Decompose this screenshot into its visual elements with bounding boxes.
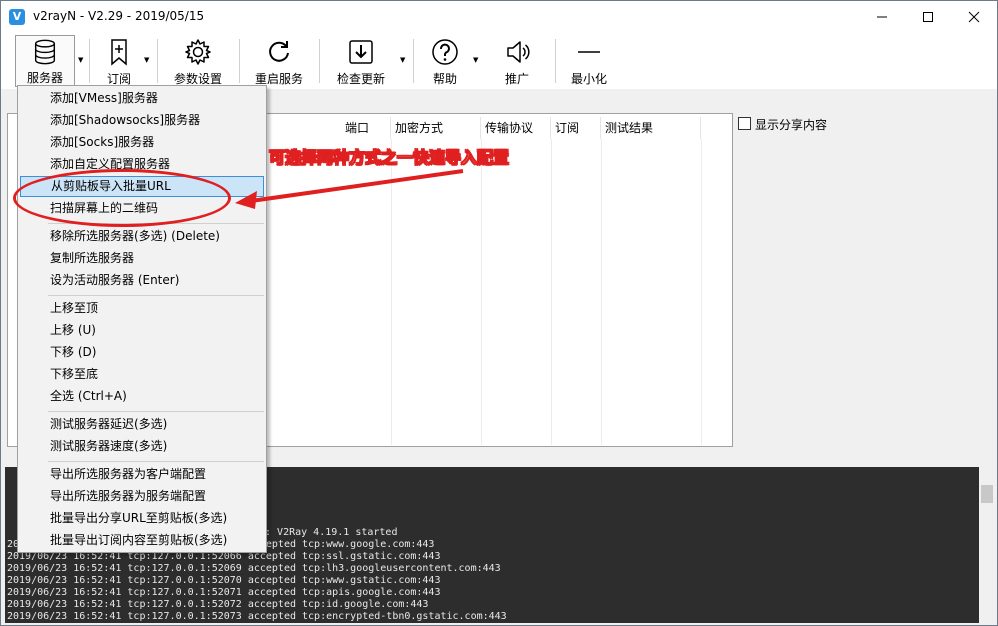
toolbar-separator xyxy=(89,39,90,83)
toolbar-separator xyxy=(319,39,320,83)
menu-item-move-bottom[interactable]: 下移至底 xyxy=(20,364,264,385)
toolbar-check-update-label: 检查更新 xyxy=(336,72,385,86)
database-icon xyxy=(34,39,56,65)
column-divider xyxy=(391,139,392,445)
column-header-test-result[interactable]: 测试结果 xyxy=(601,117,701,139)
toolbar-promote-button[interactable]: 推广 xyxy=(497,35,537,87)
close-icon xyxy=(968,11,980,23)
column-divider xyxy=(481,139,482,445)
toolbar-promote-label: 推广 xyxy=(504,72,529,86)
log-scrollbar-thumb[interactable] xyxy=(981,485,993,503)
close-window-button[interactable] xyxy=(951,1,997,33)
column-header-transport[interactable]: 传输协议 xyxy=(481,117,551,139)
toolbar-help-label: 帮助 xyxy=(432,72,457,86)
menu-separator xyxy=(48,461,264,462)
menu-item-remove-servers[interactable]: 移除所选服务器(多选) (Delete) xyxy=(20,226,264,247)
bookmark-add-icon xyxy=(111,39,127,66)
log-line: 2019/06/23 16:52:41 tcp:127.0.0.1:52069 … xyxy=(7,563,501,574)
help-dropdown-arrow-icon[interactable]: ▼ xyxy=(473,56,478,64)
column-header-subscription[interactable]: 订阅 xyxy=(551,117,601,139)
menu-item-move-top[interactable]: 上移至顶 xyxy=(20,298,264,319)
menu-item-test-speed[interactable]: 测试服务器速度(多选) xyxy=(20,436,264,457)
toolbar-separator xyxy=(157,39,158,83)
menu-item-set-active[interactable]: 设为活动服务器 (Enter) xyxy=(20,270,264,291)
annotation-ellipse xyxy=(13,169,231,227)
menu-item-test-latency[interactable]: 测试服务器延迟(多选) xyxy=(20,414,264,435)
toolbar-help-button[interactable]: 帮助 xyxy=(425,35,465,87)
menu-item-export-subscription[interactable]: 批量导出订阅内容至剪贴板(多选) xyxy=(20,530,264,551)
toolbar-separator xyxy=(555,39,556,83)
column-divider xyxy=(601,139,602,445)
column-divider xyxy=(701,139,702,445)
menu-item-add-vmess[interactable]: 添加[VMess]服务器 xyxy=(20,88,264,109)
maximize-icon xyxy=(923,12,933,22)
log-line: e: V2Ray 4.19.1 started xyxy=(259,527,398,538)
servers-menu: 添加[VMess]服务器 添加[Shadowsocks]服务器 添加[Socks… xyxy=(17,85,267,553)
annotation-text: 可选择两种方式之一快速导入配置 xyxy=(269,148,510,168)
toolbar-check-update-button[interactable]: 检查更新 xyxy=(333,35,389,87)
toolbar-subscribe-button[interactable]: 订阅 xyxy=(97,35,141,87)
toolbar-separator xyxy=(413,39,414,83)
toolbar-separator xyxy=(239,39,240,83)
menu-item-export-client-config[interactable]: 导出所选服务器为客户端配置 xyxy=(20,464,264,485)
toolbar-restart-button[interactable]: 重启服务 xyxy=(251,35,307,87)
help-icon xyxy=(432,39,458,65)
toolbar-servers-button[interactable]: 服务器 xyxy=(15,35,75,87)
servers-dropdown-arrow-icon[interactable]: ▼ xyxy=(78,56,83,64)
minimize-line-icon xyxy=(578,51,600,53)
title-bar: V v2rayN - V2.29 - 2019/05/15 xyxy=(1,1,997,33)
menu-item-select-all[interactable]: 全选 (Ctrl+A) xyxy=(20,386,264,407)
gear-icon xyxy=(185,39,211,65)
minimize-icon xyxy=(877,16,887,18)
toolbar: 服务器 ▼ 订阅 ▼ 参数设置 重启服务 检查更新 ▼ 帮助 ▼ 推广 最小化 xyxy=(1,33,997,89)
menu-item-copy-server[interactable]: 复制所选服务器 xyxy=(20,248,264,269)
menu-separator xyxy=(48,411,264,412)
column-divider xyxy=(551,139,552,445)
log-line: 2019/06/23 16:52:41 tcp:127.0.0.1:52072 … xyxy=(7,599,429,610)
v2rayn-logo-icon: V xyxy=(9,9,25,25)
menu-item-add-socks[interactable]: 添加[Socks]服务器 xyxy=(20,132,264,153)
window-title: v2rayN - V2.29 - 2019/05/15 xyxy=(33,9,205,23)
subscribe-dropdown-arrow-icon[interactable]: ▼ xyxy=(144,56,149,64)
column-header-port[interactable]: 端口 xyxy=(341,117,391,139)
menu-separator xyxy=(48,295,264,296)
show-share-checkbox[interactable] xyxy=(738,117,751,130)
log-line: 2019/06/23 16:52:41 tcp:127.0.0.1:52071 … xyxy=(7,587,441,598)
menu-item-export-share-urls[interactable]: 批量导出分享URL至剪贴板(多选) xyxy=(20,508,264,529)
log-line: 2019/06/23 16:52:41 tcp:127.0.0.1:52070 … xyxy=(7,575,441,586)
maximize-window-button[interactable] xyxy=(905,1,951,33)
speaker-icon xyxy=(507,41,530,63)
app-window: V v2rayN - V2.29 - 2019/05/15 服务器 ▼ 订阅 ▼… xyxy=(0,0,998,626)
toolbar-servers-label: 服务器 xyxy=(26,71,63,85)
menu-item-add-shadowsocks[interactable]: 添加[Shadowsocks]服务器 xyxy=(20,110,264,131)
log-line: 2019/06/23 16:52:41 tcp:127.0.0.1:52073 … xyxy=(7,611,507,622)
toolbar-minimize-label: 最小化 xyxy=(570,72,607,86)
minimize-window-button[interactable] xyxy=(859,1,905,33)
toolbar-settings-button[interactable]: 参数设置 xyxy=(169,35,227,87)
show-share-label[interactable]: 显示分享内容 xyxy=(755,116,827,133)
toolbar-minimize-button[interactable]: 最小化 xyxy=(567,35,611,87)
update-dropdown-arrow-icon[interactable]: ▼ xyxy=(400,56,405,64)
menu-item-move-up[interactable]: 上移 (U) xyxy=(20,320,264,341)
download-icon xyxy=(349,40,373,64)
menu-item-export-server-config[interactable]: 导出所选服务器为服务端配置 xyxy=(20,486,264,507)
restart-icon xyxy=(269,41,289,62)
menu-item-move-down[interactable]: 下移 (D) xyxy=(20,342,264,363)
column-header-encryption[interactable]: 加密方式 xyxy=(391,117,481,139)
